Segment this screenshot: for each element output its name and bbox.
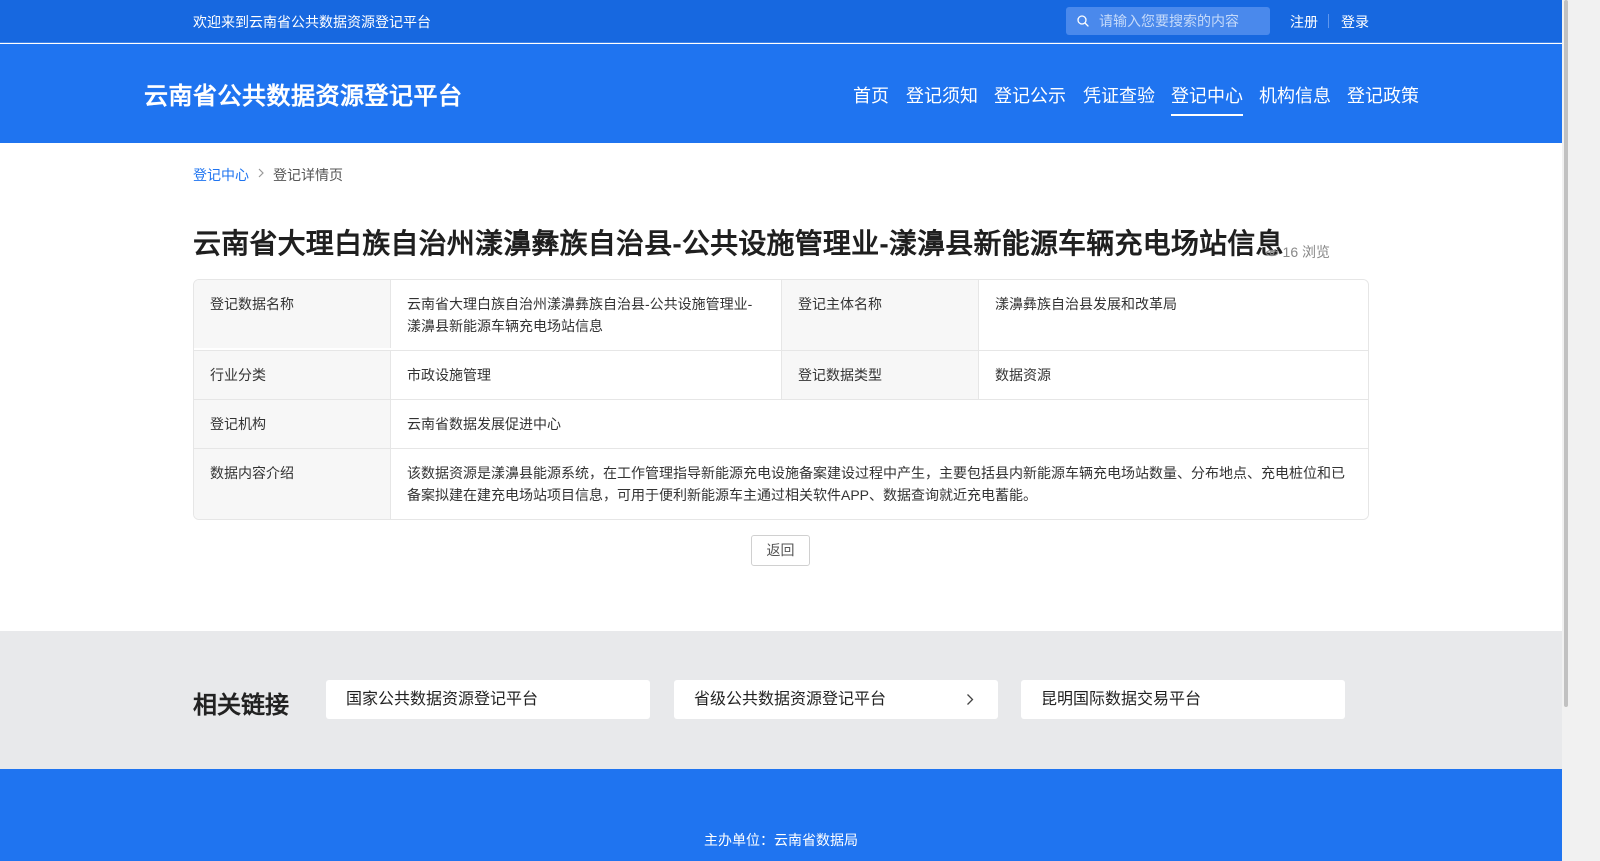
link-label: 省级公共数据资源登记平台 [694,691,887,708]
view-count: 16 浏览 [1264,242,1330,262]
label-data-type: 登记数据类型 [782,351,979,399]
footer-host: 主办单位：云南省数据局 [704,832,858,848]
page: 欢迎来到云南省公共数据资源登记平台 注册 登录 云南省公共数据资源登记平台 首页… [0,0,1562,861]
nav-item-publicity[interactable]: 登记公示 [994,82,1066,108]
related-links-title: 相关链接 [193,692,289,719]
register-link[interactable]: 注册 [1290,12,1318,32]
welcome-text: 欢迎来到云南省公共数据资源登记平台 [193,14,431,30]
label-description: 数据内容介绍 [194,449,391,519]
link-kunming-exchange[interactable]: 昆明国际数据交易平台 [1021,680,1345,719]
label-subject-name: 登记主体名称 [782,280,979,350]
search-box[interactable] [1066,7,1270,35]
detail-table: 登记数据名称 云南省大理白族自治州漾濞彝族自治县-公共设施管理业-漾濞县新能源车… [193,279,1369,520]
label-registry-org: 登记机构 [194,400,391,448]
table-row: 行业分类 市政设施管理 登记数据类型 数据资源 [194,350,1368,399]
eye-icon [1264,249,1279,257]
table-row: 登记机构 云南省数据发展促进中心 [194,399,1368,448]
value-subject-name: 漾濞彝族自治县发展和改革局 [979,280,1368,350]
site-footer: 主办单位：云南省数据局 [0,769,1562,861]
top-divider [1328,14,1329,28]
login-link[interactable]: 登录 [1341,12,1369,32]
breadcrumb-registry-center[interactable]: 登记中心 [193,165,249,185]
label-data-name: 登记数据名称 [194,280,391,348]
main-nav: 首页 登记须知 登记公示 凭证查验 登记中心 机构信息 登记政策 [0,82,1562,122]
nav-item-notice[interactable]: 登记须知 [906,82,978,108]
view-count-text: 16 浏览 [1282,244,1330,260]
top-bar: 欢迎来到云南省公共数据资源登记平台 注册 登录 [0,0,1562,43]
back-button[interactable]: 返回 [751,535,810,566]
link-provincial-platform[interactable]: 省级公共数据资源登记平台 [674,680,998,719]
scrollbar-thumb[interactable] [1564,0,1568,707]
chevron-right-icon [967,694,974,705]
chevron-right-icon [258,168,264,178]
value-data-name: 云南省大理白族自治州漾濞彝族自治县-公共设施管理业-漾濞县新能源车辆充电场站信息 [391,280,782,350]
value-data-type: 数据资源 [979,351,1368,399]
nav-item-verify[interactable]: 凭证查验 [1083,82,1155,108]
related-links-section: 相关链接 国家公共数据资源登记平台 省级公共数据资源登记平台 昆明国际数据交易平… [0,631,1562,769]
table-row: 数据内容介绍 该数据资源是漾濞县能源系统，在工作管理指导新能源充电设施备案建设过… [194,448,1368,519]
value-industry: 市政设施管理 [391,351,782,399]
page-title: 云南省大理白族自治州漾濞彝族自治县-公共设施管理业-漾濞县新能源车辆充电场站信息 [193,228,1284,259]
scrollbar[interactable] [1562,0,1600,861]
site-header: 云南省公共数据资源登记平台 首页 登记须知 登记公示 凭证查验 登记中心 机构信… [0,44,1562,143]
nav-item-institutions[interactable]: 机构信息 [1259,82,1331,108]
label-industry: 行业分类 [194,351,391,399]
nav-item-home[interactable]: 首页 [853,82,889,108]
search-icon[interactable] [1077,15,1089,27]
link-national-platform[interactable]: 国家公共数据资源登记平台 [326,680,650,719]
table-row: 登记数据名称 云南省大理白族自治州漾濞彝族自治县-公共设施管理业-漾濞县新能源车… [194,280,1368,350]
search-input[interactable] [1099,7,1264,35]
link-label: 昆明国际数据交易平台 [1041,691,1202,708]
breadcrumb-current: 登记详情页 [273,167,343,183]
nav-item-registry-center[interactable]: 登记中心 [1171,82,1243,116]
value-registry-org: 云南省数据发展促进中心 [391,400,1368,448]
value-description: 该数据资源是漾濞县能源系统，在工作管理指导新能源充电设施备案建设过程中产生，主要… [391,449,1368,519]
link-label: 国家公共数据资源登记平台 [346,691,539,708]
nav-item-policy[interactable]: 登记政策 [1347,82,1419,108]
